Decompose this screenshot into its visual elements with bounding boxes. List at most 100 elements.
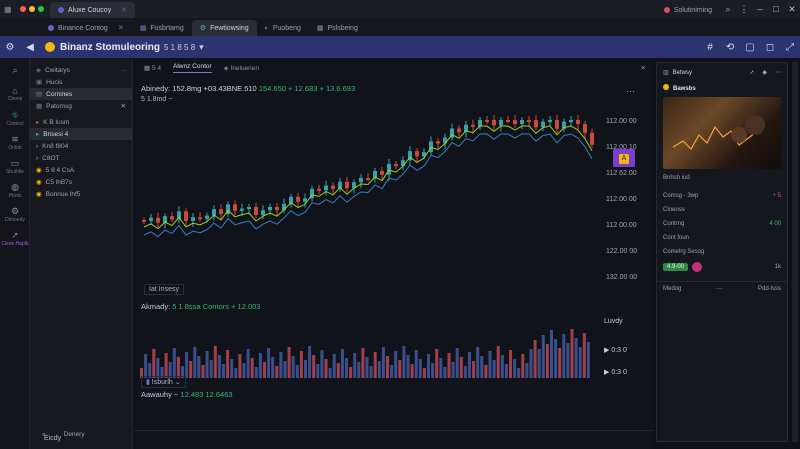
- list-item[interactable]: ▤ Cornines: [30, 88, 132, 100]
- list-item[interactable]: › C8OT: [30, 152, 132, 164]
- search-icon[interactable]: ⌕: [720, 4, 736, 15]
- list-item[interactable]: › Kn8 f804: [30, 140, 132, 152]
- candle: [345, 181, 349, 189]
- candle: [506, 120, 510, 122]
- indicator-dropdown[interactable]: Iat Insesy: [144, 284, 184, 295]
- right-panel: ▥ Betwsy ➚ ◆ ⋯ Bawsbs Bnhsh iud Comsg - 3wp…: [656, 62, 788, 442]
- candle: [240, 208, 244, 211]
- volume-bar: [435, 349, 439, 378]
- volume-bar: [164, 353, 168, 378]
- volume-bar: [324, 359, 328, 378]
- rail-item-chart[interactable]: ⛗ Contect: [0, 106, 30, 130]
- candle: [590, 132, 594, 145]
- record-icon[interactable]: [692, 262, 703, 272]
- volume-footer: Aawauhy ~ 12.483 12.6463: [141, 390, 233, 399]
- scrollbar[interactable]: [792, 62, 798, 442]
- news-image[interactable]: [663, 97, 781, 169]
- tab-fewtiowsing[interactable]: ⚙ Fewtiowsing: [191, 20, 257, 36]
- list-item[interactable]: ◈ Cwitarys ··: [30, 64, 132, 76]
- maximize-window-icon[interactable]: [38, 6, 44, 12]
- candle: [387, 164, 391, 175]
- candle: [436, 141, 440, 144]
- more-icon[interactable]: ⋯: [626, 86, 635, 97]
- candle: [268, 207, 272, 211]
- status-badge[interactable]: 4.9-00: [663, 263, 689, 271]
- candle: [485, 120, 489, 122]
- play-icon[interactable]: ◀: [20, 42, 40, 53]
- pointer-icon[interactable]: ➚: [749, 69, 754, 76]
- volume-dropdown[interactable]: ▮ Isburlh ⌄: [141, 376, 186, 388]
- volume-bar: [586, 342, 590, 378]
- volume-bar: [558, 348, 562, 378]
- volume-bar: [209, 360, 213, 378]
- volume-bar: [242, 363, 246, 378]
- minimize-icon[interactable]: –: [752, 4, 768, 14]
- app-grid-icon[interactable]: ▦: [0, 5, 14, 14]
- restore-icon[interactable]: □: [768, 4, 784, 14]
- volume-bar: [213, 346, 217, 378]
- alert-marker[interactable]: A: [613, 149, 635, 167]
- window-icon[interactable]: ◆: [762, 69, 767, 76]
- close-icon[interactable]: ✕: [784, 4, 800, 15]
- rail-item-wallet[interactable]: ▭ Sbuthlle: [0, 154, 30, 178]
- browser-tab[interactable]: Aluxe Coucoy ✕: [50, 2, 136, 18]
- settings-icon[interactable]: ⚙: [0, 42, 20, 53]
- tab-indicators[interactable]: ◈ Ineluenen: [224, 64, 259, 72]
- candle: [219, 209, 223, 214]
- volume-bar: [443, 367, 447, 378]
- tab-binance[interactable]: Binance Contog ✕: [40, 20, 132, 36]
- volume-bar: [328, 368, 332, 378]
- list-item[interactable]: ◉ 5 8 4 CsA: [30, 164, 132, 176]
- refresh-icon[interactable]: ⟲: [720, 42, 740, 53]
- browser-tab-right[interactable]: Solutiniming: [656, 2, 720, 18]
- info-row[interactable]: Cont foun: [657, 231, 787, 245]
- info-row[interactable]: Comelrg Sesog: [657, 245, 787, 259]
- list-item[interactable]: ◉ Bonnue lhf5: [30, 188, 132, 200]
- volume-chart: [140, 329, 590, 378]
- close-tab-icon[interactable]: ✕: [121, 6, 127, 14]
- volume-bar: [152, 349, 156, 378]
- tab-puobeng[interactable]: ◐ Puobeng: [257, 20, 309, 36]
- candle: [548, 120, 552, 122]
- rail-item-layers[interactable]: ≋ Onlnb: [0, 130, 30, 154]
- chevron-down-icon[interactable]: ▾: [199, 42, 204, 53]
- tab-chart[interactable]: Alwnz Contor: [173, 63, 212, 73]
- candle: [394, 164, 398, 167]
- more-icon[interactable]: ⋯: [775, 69, 781, 76]
- list-item[interactable]: ▦ Patomsg ✕: [30, 100, 132, 112]
- list-item[interactable]: ▸ Bnsesi 4: [30, 128, 132, 140]
- minimize-window-icon[interactable]: [29, 6, 35, 12]
- window-icon[interactable]: ▢: [740, 42, 760, 53]
- volume-bar: [144, 354, 148, 378]
- info-row[interactable]: Contrng 4 00: [657, 217, 787, 231]
- tab-fusbrtamg[interactable]: ▦ Fusbrtamg: [132, 20, 192, 36]
- close-icon[interactable]: ✕: [641, 64, 646, 72]
- candle: [569, 120, 573, 122]
- info-row[interactable]: Cloenss: [657, 203, 787, 217]
- rail-item-globe[interactable]: ◍ Pbnts: [0, 178, 30, 202]
- tab-pslsbeing[interactable]: ▦ Pslsbeing: [309, 20, 366, 36]
- volume-bar: [582, 333, 586, 378]
- menu-icon[interactable]: ⋮: [736, 4, 752, 15]
- candle: [254, 207, 258, 215]
- candle: [142, 220, 146, 222]
- rail-item-search[interactable]: ⌕: [0, 58, 30, 82]
- rail-item-home[interactable]: ⌂ Cbons: [0, 82, 30, 106]
- rail-item-settings[interactable]: ⚙ Dimoedy: [0, 202, 30, 226]
- chat-icon[interactable]: ◻: [760, 42, 780, 53]
- candle: [191, 217, 195, 221]
- wallet-icon: ▭: [10, 157, 20, 168]
- volume-bar: [455, 348, 459, 378]
- pointer-icon: ➚: [11, 229, 19, 240]
- binance-logo-icon: [45, 42, 55, 52]
- info-row[interactable]: Comsg - 3wp + 5: [657, 189, 787, 203]
- fullscreen-icon[interactable]: ⤢: [780, 42, 800, 53]
- hash-icon[interactable]: #: [700, 42, 720, 53]
- list-item[interactable]: ◉ C5 lhB7s: [30, 176, 132, 188]
- list-item[interactable]: ▣ Hucis: [30, 76, 132, 88]
- tab-chart-icon[interactable]: ▦ 5 4: [144, 64, 161, 72]
- volume-bar: [193, 347, 197, 378]
- rail-item-pointer[interactable]: ➚ Clsne Haplb: [0, 226, 30, 250]
- list-item[interactable]: ▸ K B lusm: [30, 116, 132, 128]
- close-window-icon[interactable]: [20, 6, 26, 12]
